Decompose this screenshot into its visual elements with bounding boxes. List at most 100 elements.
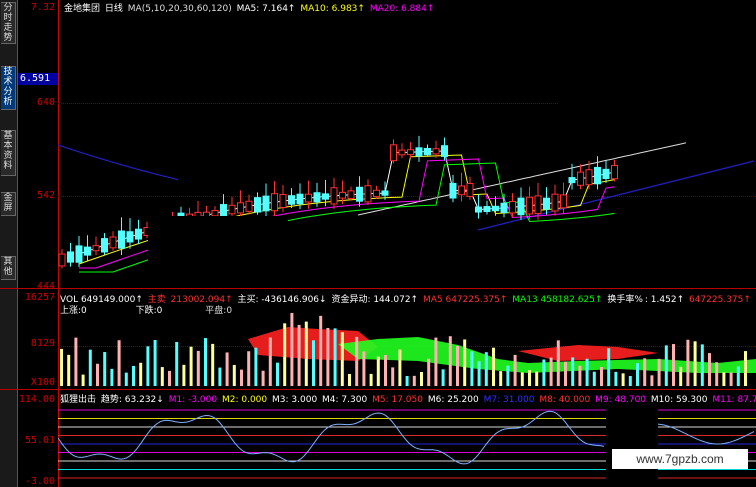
volume-bar [463, 339, 467, 386]
candle-body [245, 200, 253, 212]
volume-bar [715, 362, 719, 386]
price-axis-640: 640 [36, 97, 55, 108]
volume-bar [326, 328, 330, 386]
candle-body [611, 165, 618, 180]
candle-body [568, 177, 576, 184]
candle-body [458, 185, 465, 196]
tab-gold-screen[interactable]: 金屏 [1, 192, 16, 216]
candle-body [296, 193, 304, 205]
volume-bar [254, 347, 258, 386]
volume-bar [333, 328, 337, 386]
candle-body [560, 194, 567, 209]
volume-bar [362, 351, 366, 386]
m3-value: M3: 3.000 [272, 395, 318, 405]
volume-bar [376, 356, 380, 386]
candle-body [398, 149, 406, 156]
candle-body [330, 187, 338, 205]
candle-body [577, 171, 584, 186]
candle-body [390, 144, 397, 162]
volume-bar [650, 375, 654, 386]
volume-bar [556, 340, 560, 386]
ma20-value: MA20: 6.884↑ [369, 4, 435, 14]
vol-axis-mid: 8129 [30, 338, 55, 349]
candle-body [75, 245, 83, 263]
capital-flow-band-red [518, 345, 658, 361]
candle-body [475, 206, 482, 213]
volume-bar [268, 337, 272, 386]
tab-intraday[interactable]: 分时走势 [1, 2, 16, 44]
volume-bar [225, 352, 229, 386]
m7-value: M7: 31.000 [483, 395, 535, 405]
volume-bar [657, 358, 661, 386]
candle-body [585, 169, 593, 186]
tab-fundamentals[interactable]: 基本资料 [1, 130, 16, 176]
candle-body [279, 194, 287, 209]
indicator-name: 狐狸出击 [60, 395, 97, 405]
volume-bar [708, 353, 711, 386]
volume-bar [232, 364, 236, 386]
period: 日线 [104, 4, 123, 14]
ind-axis-bottom: -3.00 [24, 476, 55, 487]
m5-value: M5: 17.050 [372, 395, 423, 405]
current-price-marker: 6.591 [18, 73, 58, 85]
volume-bar [607, 348, 611, 386]
candle-body [483, 206, 491, 213]
volume-bar [492, 347, 495, 386]
volume-bar [744, 351, 747, 386]
volume-bar [67, 354, 71, 386]
volume-bar [240, 369, 243, 386]
m10-value: M10: 59.300 [650, 395, 708, 405]
m8-value: M8: 40.000 [539, 395, 591, 405]
volume-bar [736, 366, 740, 386]
vol-ma13: MA13 458182.625↑ [512, 295, 603, 305]
volume-bar [60, 348, 63, 386]
volume-bar [340, 332, 344, 386]
turnover-value: : 1.452↑ [644, 295, 685, 305]
price-axis-542: 542 [36, 190, 55, 201]
ind-axis-top: 114.00 [18, 394, 55, 405]
stock-name: 金地集团 [64, 4, 101, 14]
price-axis-top: 7.32 [30, 2, 55, 13]
volume-bar [211, 343, 215, 386]
volume-bar [290, 312, 294, 386]
volume-bar [132, 365, 135, 386]
volume-bar [117, 340, 121, 386]
volume-bar [348, 373, 351, 386]
volume-bar [261, 370, 265, 386]
volume-bar [722, 372, 726, 386]
candle-body [313, 192, 321, 203]
vol-axis-top: 16257 [24, 292, 55, 303]
price-chart [58, 60, 756, 288]
view-tab-strip: 分时走势 技术分析 基本资料 金屏 其他 [0, 0, 18, 487]
price-legend: 金地集团 日线 MA(5,10,20,30,60,120) MA5: 7.164… [64, 1, 436, 14]
volume-bar [585, 358, 589, 386]
candle-body [305, 193, 312, 203]
candle-body [237, 202, 244, 214]
m9-value: M9: 48.700 [595, 395, 647, 405]
candle-body [594, 166, 601, 185]
volume-bar [74, 337, 78, 386]
volume-bar [160, 367, 164, 386]
volume-bar [139, 362, 143, 386]
volume-bar [182, 364, 186, 386]
down-count: 下跌:0 [135, 306, 163, 316]
volume-bar [456, 345, 459, 386]
candle-body [424, 147, 431, 156]
candle-body [432, 148, 440, 155]
main-buy-value: 主买: -436146.906↓ [237, 295, 327, 305]
volume-bar [247, 351, 251, 386]
tab-technical-analysis[interactable]: 技术分析 [1, 66, 16, 110]
volume-bar [441, 369, 445, 386]
candle-body [543, 197, 550, 210]
m2-value: M2: 0.000 [221, 395, 268, 405]
price-axis-444: 444 [36, 281, 55, 292]
tab-other[interactable]: 其他 [1, 256, 16, 280]
candle-body [322, 193, 329, 200]
m11-value: M11: 87.70 [712, 395, 756, 405]
volume-bar [304, 321, 308, 386]
volume-bar [398, 349, 402, 386]
volume-bar [484, 352, 488, 386]
m6-value: M6: 25.200 [427, 395, 479, 405]
candle-body [551, 193, 559, 212]
ma120-line [58, 144, 179, 181]
